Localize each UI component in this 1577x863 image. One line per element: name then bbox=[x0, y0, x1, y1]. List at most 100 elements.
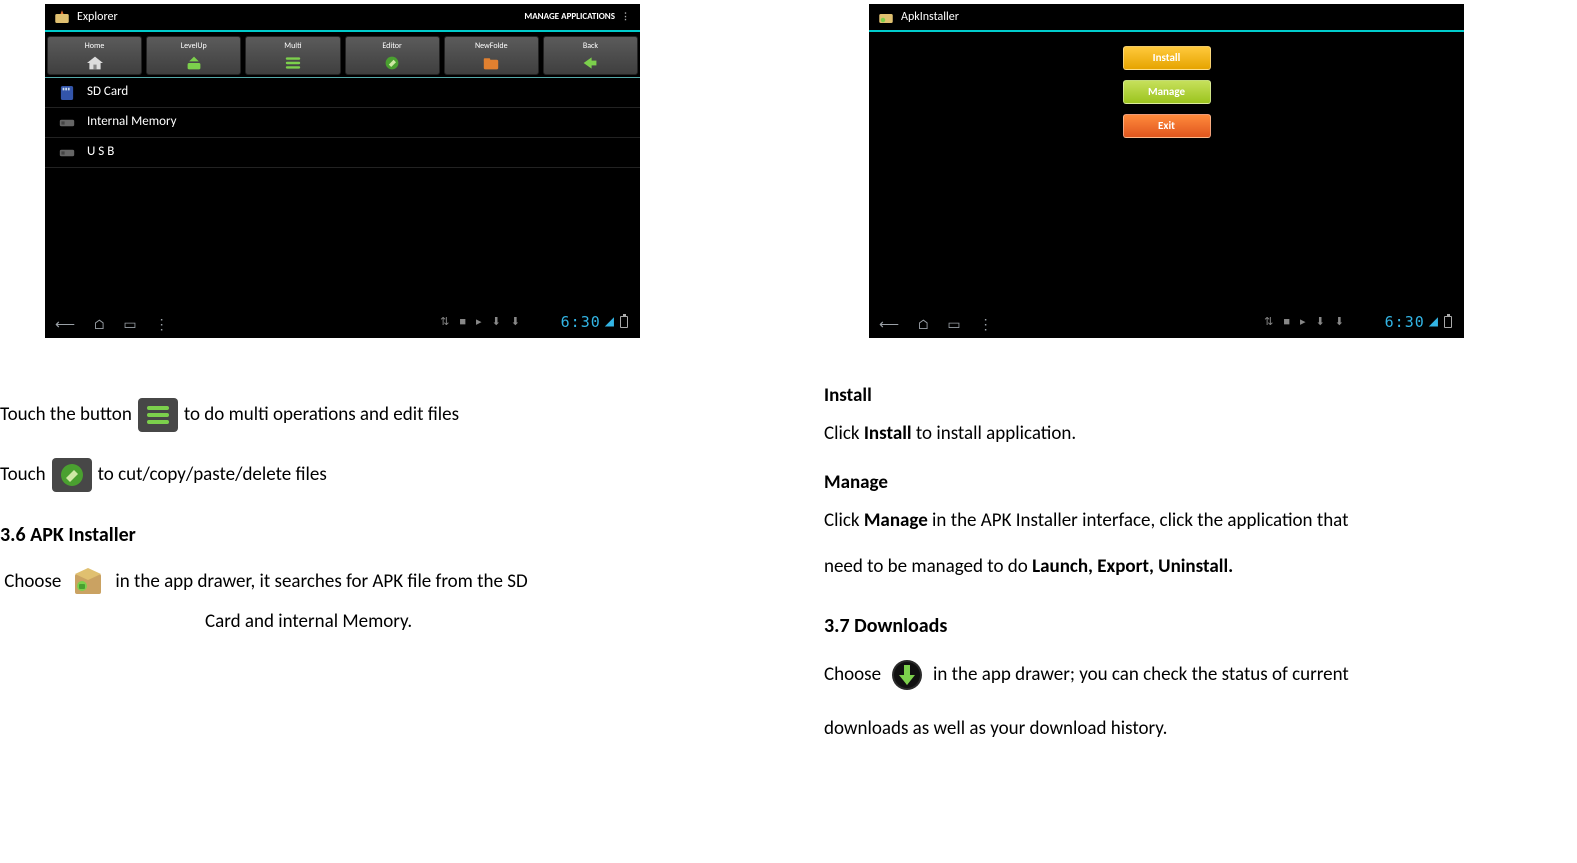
apk-instruction-line2: Card and internal Memory. bbox=[205, 606, 780, 638]
status-icon: ⇅ bbox=[440, 313, 449, 332]
storage-row[interactable]: Internal Memory bbox=[45, 108, 640, 138]
status-icon: ⇅ bbox=[1264, 313, 1273, 332]
storage-row[interactable]: SD Card bbox=[45, 78, 640, 108]
text: Touch the button bbox=[0, 399, 132, 431]
apkinstaller-header: ApkInstaller bbox=[869, 4, 1464, 30]
android-navbar: ⟵ ⌂ ▭ ⋮ ⇅ ■ ▸ ⬇ ⬇ 6:30 ◢ bbox=[869, 312, 1464, 338]
text: LevelUp bbox=[181, 40, 207, 54]
heading-3-7: 3.7 Downloads bbox=[824, 609, 1577, 643]
text-bold: Install bbox=[864, 422, 912, 445]
text-bold: Manage bbox=[864, 509, 928, 532]
status-icon: ■ bbox=[1283, 313, 1290, 332]
clock: 6:30 bbox=[561, 310, 601, 336]
toolbar-newfolder-button[interactable]: NewFolde bbox=[444, 36, 539, 75]
storage-label: Internal Memory bbox=[87, 111, 176, 133]
clock: 6:30 bbox=[1385, 310, 1425, 336]
recent-nav-icon[interactable]: ▭ bbox=[123, 313, 136, 337]
explorer-list: SD Card Internal Memory U S B bbox=[45, 78, 640, 168]
toolbar-levelup-button[interactable]: LevelUp bbox=[146, 36, 241, 75]
status-icon: ■ bbox=[459, 313, 466, 332]
apkinstaller-title: ApkInstaller bbox=[901, 7, 959, 27]
status-icon: ▸ bbox=[1300, 313, 1306, 332]
install-button[interactable]: Install bbox=[1123, 46, 1211, 70]
text: Back bbox=[583, 40, 598, 54]
apk-installer-icon bbox=[67, 564, 109, 600]
toolbar-home-button[interactable]: Home bbox=[47, 36, 142, 75]
status-icon: ▸ bbox=[476, 313, 482, 332]
explorer-toolbar: Home LevelUp Multi Editor NewFolde Back bbox=[45, 32, 640, 78]
more-nav-icon[interactable]: ⋮ bbox=[155, 313, 169, 337]
wifi-icon: ◢ bbox=[1429, 312, 1438, 332]
usb-icon bbox=[57, 147, 77, 159]
explorer-title: Explorer bbox=[77, 7, 118, 27]
recent-nav-icon[interactable]: ▭ bbox=[947, 313, 960, 337]
text: Touch bbox=[0, 459, 46, 491]
multi-icon bbox=[283, 55, 303, 71]
multi-icon bbox=[138, 398, 178, 432]
editor-instruction: Touch to cut/copy/paste/delete files bbox=[0, 458, 780, 492]
toolbar-editor-button[interactable]: Editor bbox=[345, 36, 440, 75]
manage-body-2: need to be managed to do Launch, Export,… bbox=[824, 551, 1577, 583]
explorer-app-icon bbox=[53, 8, 71, 26]
storage-label: U S B bbox=[87, 141, 114, 163]
text: to cut/copy/paste/delete files bbox=[98, 459, 327, 491]
exit-button[interactable]: Exit bbox=[1123, 114, 1211, 138]
downloads-icon bbox=[887, 657, 927, 693]
wifi-icon: ◢ bbox=[605, 312, 614, 332]
apkinstaller-screenshot: ApkInstaller Install Manage Exit ⟵ ⌂ ▭ ⋮… bbox=[869, 4, 1464, 338]
text: Click bbox=[824, 422, 864, 445]
editor-icon bbox=[52, 458, 92, 492]
text: to install application. bbox=[912, 422, 1077, 445]
text: in the APK Installer interface, click th… bbox=[928, 509, 1349, 532]
manage-body-1: Click Manage in the APK Installer interf… bbox=[824, 505, 1577, 537]
status-icon: ⬇ bbox=[1316, 313, 1325, 332]
internal-icon bbox=[57, 117, 77, 129]
manage-button[interactable]: Manage bbox=[1123, 80, 1211, 104]
heading-3-6: 3.6 APK Installer bbox=[0, 518, 780, 552]
home-icon bbox=[85, 55, 105, 71]
more-nav-icon[interactable]: ⋮ bbox=[979, 313, 993, 337]
text: Home bbox=[85, 40, 105, 54]
text: Choose bbox=[824, 659, 881, 691]
multi-instruction: Touch the button to do multi operations … bbox=[0, 398, 780, 432]
menu-dots-icon[interactable]: ⋮ bbox=[621, 9, 630, 24]
manage-heading: Manage bbox=[824, 467, 1577, 499]
install-heading: Install bbox=[824, 380, 1577, 412]
apkinstaller-app-icon bbox=[877, 8, 895, 26]
text-bold: Launch, Export, Uninstall. bbox=[1032, 555, 1233, 578]
text: Click bbox=[824, 509, 864, 532]
home-nav-icon[interactable]: ⌂ bbox=[917, 313, 929, 337]
battery-icon bbox=[1444, 316, 1452, 328]
text: in the app drawer, it searches for APK f… bbox=[115, 566, 527, 598]
status-icon: ⬇ bbox=[1335, 313, 1344, 332]
text: NewFolde bbox=[475, 40, 508, 54]
text: Choose bbox=[4, 566, 61, 598]
editor-icon bbox=[382, 55, 402, 71]
explorer-screenshot: Explorer MANAGE APPLICATIONS ⋮ Home Level… bbox=[45, 4, 640, 338]
android-navbar: ⟵ ⌂ ▭ ⋮ ⇅ ■ ▸ ⬇ ⬇ 6:30 ◢ bbox=[45, 312, 640, 338]
toolbar-multi-button[interactable]: Multi bbox=[245, 36, 340, 75]
battery-icon bbox=[620, 316, 628, 328]
back-nav-icon[interactable]: ⟵ bbox=[55, 313, 75, 337]
downloads-instruction-line2: downloads as well as your download histo… bbox=[824, 713, 1577, 745]
text: Editor bbox=[382, 40, 401, 54]
manage-applications-label[interactable]: MANAGE APPLICATIONS bbox=[524, 9, 615, 24]
levelup-icon bbox=[184, 55, 204, 71]
home-nav-icon[interactable]: ⌂ bbox=[93, 313, 105, 337]
apk-instruction: Choose in the app drawer, it searches fo… bbox=[0, 564, 780, 600]
status-icon: ⬇ bbox=[492, 313, 501, 332]
text: in the app drawer; you can check the sta… bbox=[933, 659, 1349, 691]
downloads-instruction: Choose in the app drawer; you can check … bbox=[824, 657, 1577, 693]
text: to do multi operations and edit files bbox=[184, 399, 459, 431]
back-icon bbox=[580, 55, 600, 71]
install-body: Click Install to install application. bbox=[824, 418, 1577, 450]
storage-label: SD Card bbox=[87, 81, 128, 103]
sd-icon bbox=[57, 85, 77, 101]
newfolder-icon bbox=[481, 55, 501, 71]
text: need to be managed to do bbox=[824, 555, 1032, 578]
back-nav-icon[interactable]: ⟵ bbox=[879, 313, 899, 337]
storage-row[interactable]: U S B bbox=[45, 138, 640, 168]
toolbar-back-button[interactable]: Back bbox=[543, 36, 638, 75]
status-icon: ⬇ bbox=[511, 313, 520, 332]
explorer-header: Explorer MANAGE APPLICATIONS ⋮ bbox=[45, 4, 640, 30]
